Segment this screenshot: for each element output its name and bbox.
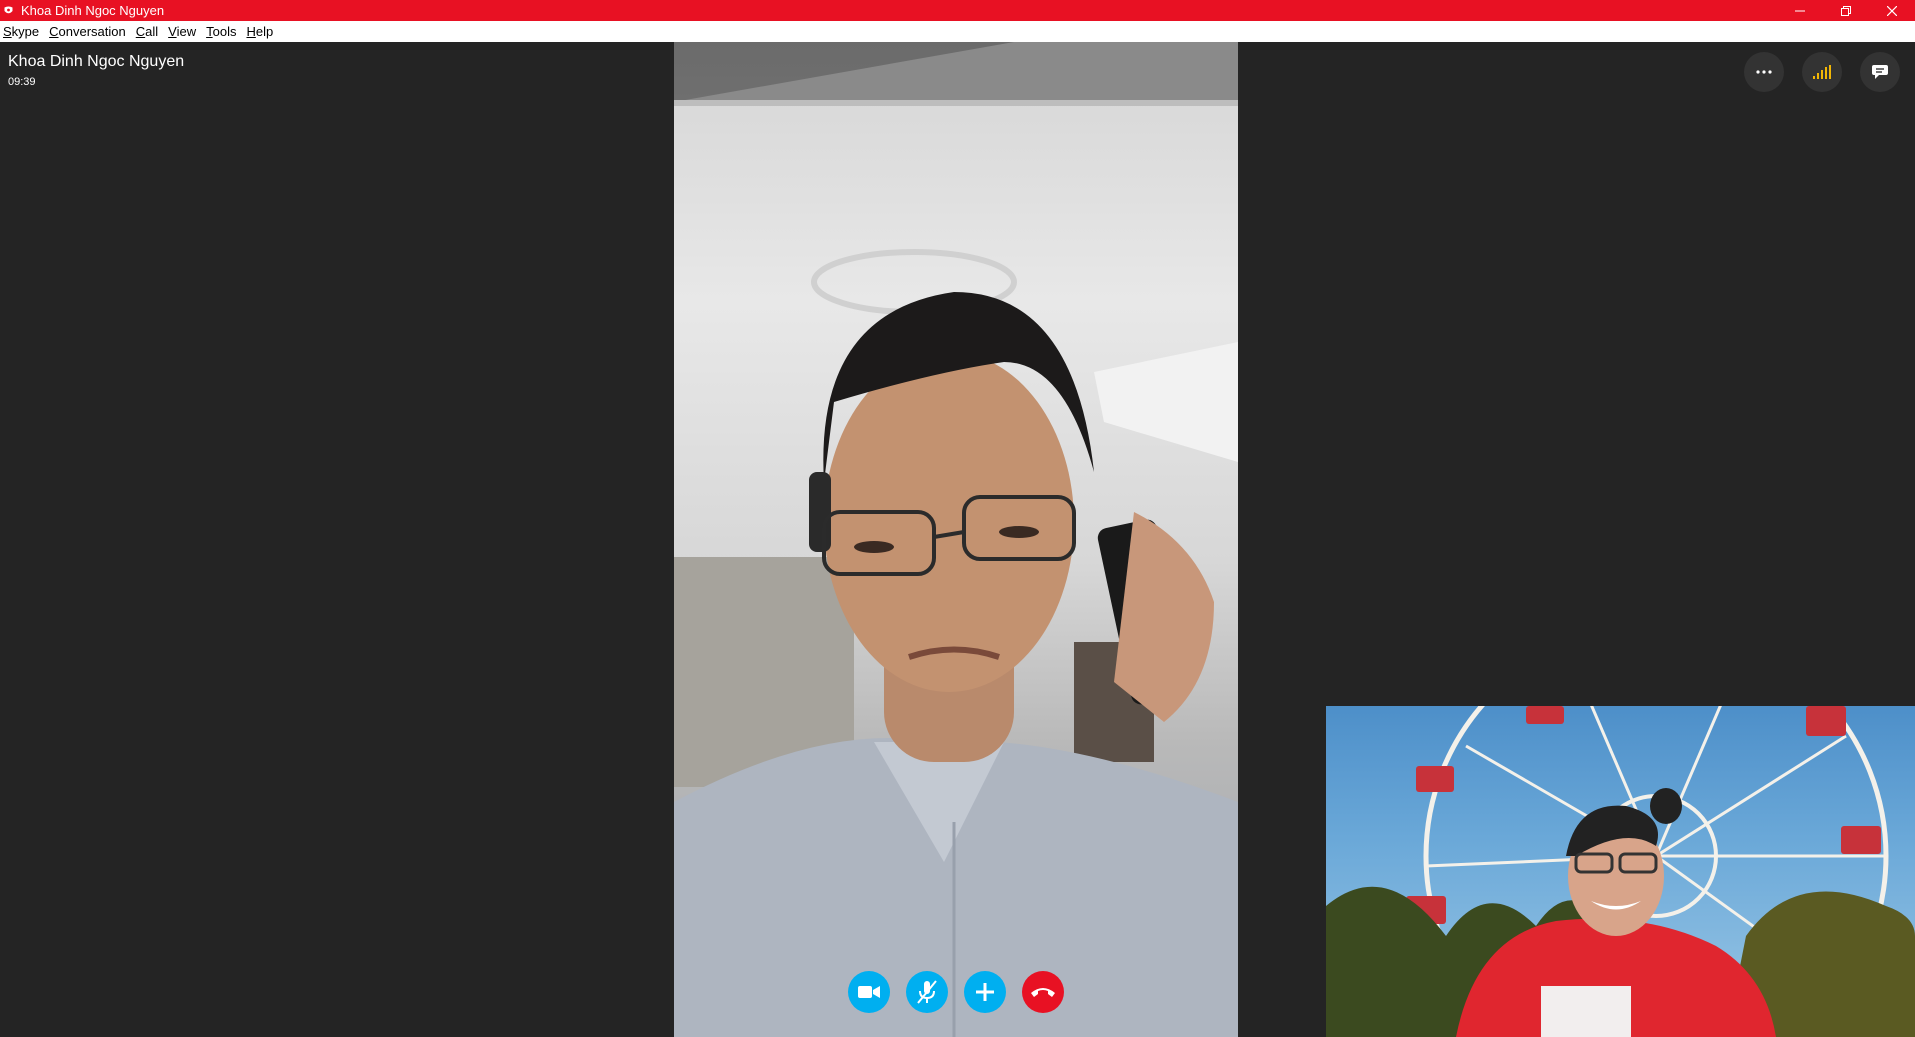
mute-button[interactable] [906,971,948,1013]
close-button[interactable] [1869,0,1915,21]
minimize-button[interactable] [1777,0,1823,21]
self-preview-video[interactable] [1326,706,1915,1037]
contact-name: Khoa Dinh Ngoc Nguyen [8,53,185,70]
microphone-muted-icon [917,980,937,1004]
call-stage: Khoa Dinh Ngoc Nguyen 09:39 [0,42,1915,1037]
menu-help[interactable]: Help [243,24,280,39]
skype-window: Khoa Dinh Ngoc Nguyen Skype Conversation… [0,0,1915,1037]
menu-view-accel: V [168,24,177,39]
menu-bar: Skype Conversation Call View Tools Help [0,21,1915,42]
menu-tools-label: ools [212,24,237,39]
caller-info: Khoa Dinh Ngoc Nguyen 09:39 [8,53,184,88]
menu-skype[interactable]: Skype [0,24,46,39]
menu-call-label: all [145,24,159,39]
add-participant-button[interactable] [964,971,1006,1013]
chat-button[interactable] [1860,52,1900,92]
menu-call-accel: C [135,24,146,39]
chat-icon [1872,65,1888,79]
menu-conversation-label: onversation [58,24,126,39]
more-options-button[interactable] [1744,52,1784,92]
call-duration: 09:39 [8,76,36,88]
call-quality-button[interactable] [1802,52,1842,92]
self-participant-image [1326,706,1915,1037]
menu-conversation[interactable]: Conversation [46,24,133,39]
end-call-icon [1031,988,1055,997]
remote-video[interactable] [674,42,1238,1037]
video-camera-icon [858,986,880,998]
menu-view-label: iew [176,24,197,39]
menu-call[interactable]: Call [133,24,165,39]
call-quality-icon [1813,65,1831,79]
add-participant-icon [976,983,994,1001]
menu-help-label: elp [255,24,274,39]
skype-app-icon [2,5,14,17]
close-icon [1887,5,1897,16]
menu-skype-label: kype [11,24,40,39]
title-bar: Khoa Dinh Ngoc Nguyen [0,0,1915,21]
more-options-icon [1756,70,1772,74]
window-title: Khoa Dinh Ngoc Nguyen [21,3,165,18]
minimize-icon [1795,10,1805,11]
restore-icon [1841,5,1851,16]
menu-tools[interactable]: Tools [203,24,243,39]
menu-help-accel: H [246,24,256,39]
menu-skype-accel: S [3,24,12,39]
remote-participant-image [674,42,1238,1037]
restore-button[interactable] [1823,0,1869,21]
end-call-button[interactable] [1022,971,1064,1013]
video-toggle-button[interactable] [848,971,890,1013]
menu-conversation-accel: C [49,24,59,39]
menu-view[interactable]: View [165,24,203,39]
